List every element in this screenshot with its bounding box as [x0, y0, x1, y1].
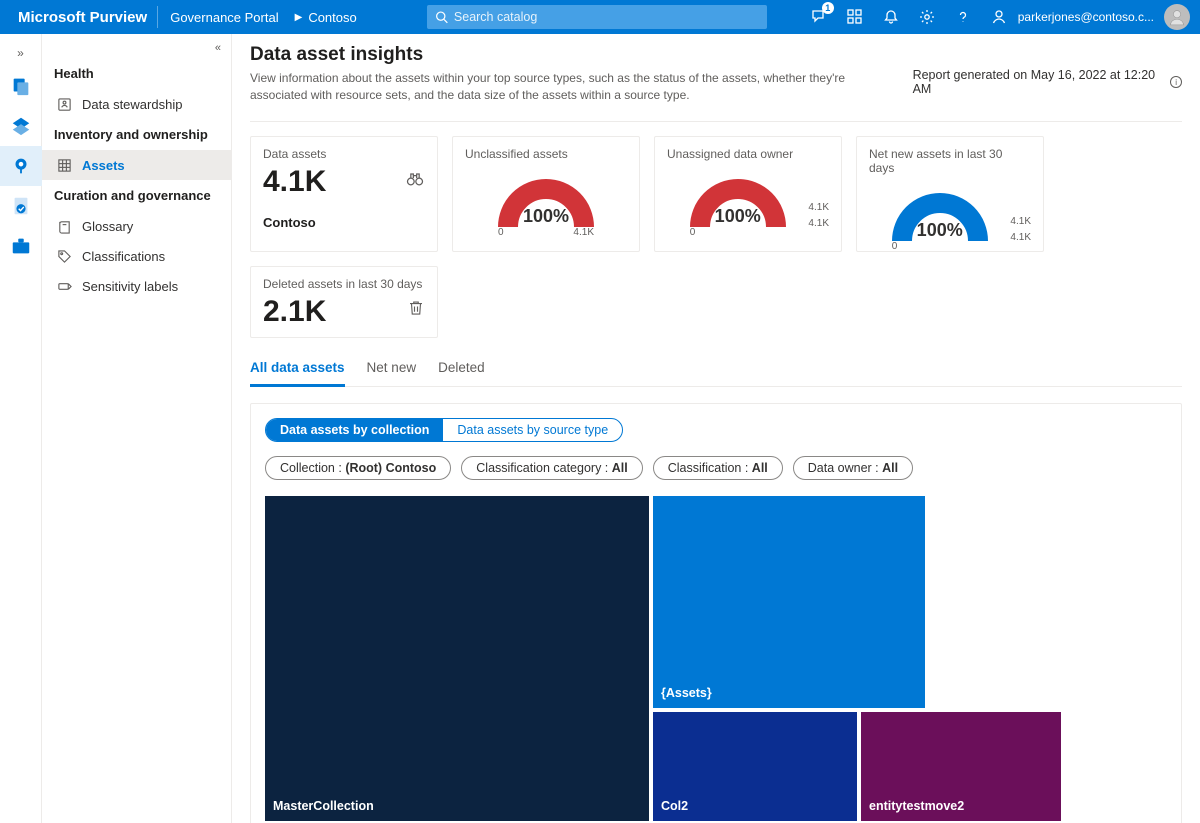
sidebar-item-data-stewardship[interactable]: Data stewardship [42, 89, 231, 119]
report-generated: Report generated on May 16, 2022 at 12:2… [913, 44, 1182, 105]
treemap-cell-col2[interactable]: Col2 [653, 712, 857, 821]
card-unassigned[interactable]: Unassigned data owner 100% 0 . 4.1K [654, 136, 842, 252]
sidebar: « Health Data stewardship Inventory and ow… [42, 34, 232, 823]
help-icon[interactable] [954, 8, 972, 26]
user-email[interactable]: parkerjones@contoso.c... [1018, 10, 1154, 24]
treemap-cell-label: entitytestmove2 [869, 799, 1057, 813]
card-data-assets[interactable]: Data assets 4.1K Contoso [250, 136, 438, 252]
sidebar-item-classifications[interactable]: Classifications [42, 241, 231, 271]
grid-icon [56, 157, 72, 173]
sidebar-item-label: Classifications [82, 249, 165, 264]
brand: Microsoft Purview [10, 9, 155, 26]
card-deleted[interactable]: Deleted assets in last 30 days 2.1K [250, 266, 438, 338]
treemap-cell--assets-[interactable]: {Assets} [653, 496, 925, 708]
search-input[interactable] [454, 10, 759, 24]
chevron-right-icon: ▶ [295, 12, 303, 23]
settings-icon[interactable] [918, 8, 936, 26]
stewardship-icon [56, 96, 72, 112]
rail-item-insights[interactable] [0, 146, 42, 186]
sidebar-item-sensitivity-labels[interactable]: Sensitivity labels [42, 271, 231, 301]
asset-tabs: All data assets Net new Deleted [250, 352, 1182, 387]
sidebar-item-label: Data stewardship [82, 97, 182, 112]
book-icon [56, 218, 72, 234]
sidebar-item-label: Glossary [82, 219, 133, 234]
person-icon[interactable] [990, 8, 1008, 26]
card-unclassified[interactable]: Unclassified assets 100% 0 4.1K [452, 136, 640, 252]
sidebar-item-label: Assets [82, 158, 125, 173]
rail-item-policy[interactable] [0, 186, 42, 226]
treemap-cell-mastercollection[interactable]: MasterCollection [265, 496, 649, 821]
tab-all-data-assets[interactable]: All data assets [250, 352, 345, 387]
sidebar-group-title: Health [42, 58, 231, 89]
sidebar-collapse-icon[interactable]: « [42, 40, 231, 58]
view-toggle: Data assets by collection Data assets by… [265, 418, 623, 442]
breadcrumb-account[interactable]: Contoso [308, 10, 356, 25]
sidebar-group-title: Curation and governance [42, 180, 231, 211]
page-title: Data asset insights [250, 44, 895, 66]
filter-data-owner[interactable]: Data owner : All [793, 456, 913, 480]
portal-label[interactable]: Governance Portal [160, 10, 288, 25]
avatar[interactable] [1164, 4, 1190, 30]
rail-expand-icon[interactable]: » [17, 40, 24, 66]
rail-item-map[interactable] [0, 106, 42, 146]
treemap-cell-entitytestmove2[interactable]: entitytestmove2 [861, 712, 1061, 821]
trash-icon [407, 299, 425, 317]
sidebar-item-label: Sensitivity labels [82, 279, 178, 294]
treemap-cell-label: MasterCollection [273, 799, 645, 813]
rail-item-management[interactable] [0, 226, 42, 266]
treemap-cell-label: Col2 [661, 799, 853, 813]
header-actions: 1 [810, 8, 1008, 26]
feedback-icon[interactable]: 1 [810, 8, 828, 26]
search-icon [435, 10, 448, 24]
filter-classification[interactable]: Classification : All [653, 456, 783, 480]
divider [157, 6, 158, 28]
search-box[interactable] [427, 5, 767, 29]
apps-icon[interactable] [846, 8, 864, 26]
rail-item-catalog[interactable] [0, 66, 42, 106]
treemap-cell-label: {Assets} [661, 686, 921, 700]
treemap-chart: MasterCollection{Assets}Col1Col2entityte… [265, 496, 1143, 821]
sidebar-item-glossary[interactable]: Glossary [42, 211, 231, 241]
feedback-badge: 1 [822, 2, 834, 14]
info-icon[interactable]: i [1170, 76, 1182, 88]
sidebar-item-assets[interactable]: Assets [42, 150, 231, 180]
tag-icon [56, 248, 72, 264]
main-content: Data asset insights View information abo… [232, 34, 1200, 823]
toggle-by-collection[interactable]: Data assets by collection [266, 419, 443, 441]
card-netnew[interactable]: Net new assets in last 30 days 100% 0 . [856, 136, 1044, 252]
binoculars-icon [405, 169, 425, 189]
left-rail: » [0, 34, 42, 823]
tab-deleted[interactable]: Deleted [438, 352, 485, 386]
notifications-icon[interactable] [882, 8, 900, 26]
app-header: Microsoft Purview Governance Portal ▶ Co… [0, 0, 1200, 34]
page-subtitle: View information about the assets within… [250, 70, 895, 105]
filter-collection[interactable]: Collection : (Root) Contoso [265, 456, 451, 480]
tab-net-new[interactable]: Net new [367, 352, 417, 386]
toggle-by-source[interactable]: Data assets by source type [443, 419, 622, 441]
label-icon [56, 278, 72, 294]
assets-panel: Data assets by collection Data assets by… [250, 403, 1182, 823]
sidebar-group-title: Inventory and ownership [42, 119, 231, 150]
filter-classification-category[interactable]: Classification category : All [461, 456, 642, 480]
